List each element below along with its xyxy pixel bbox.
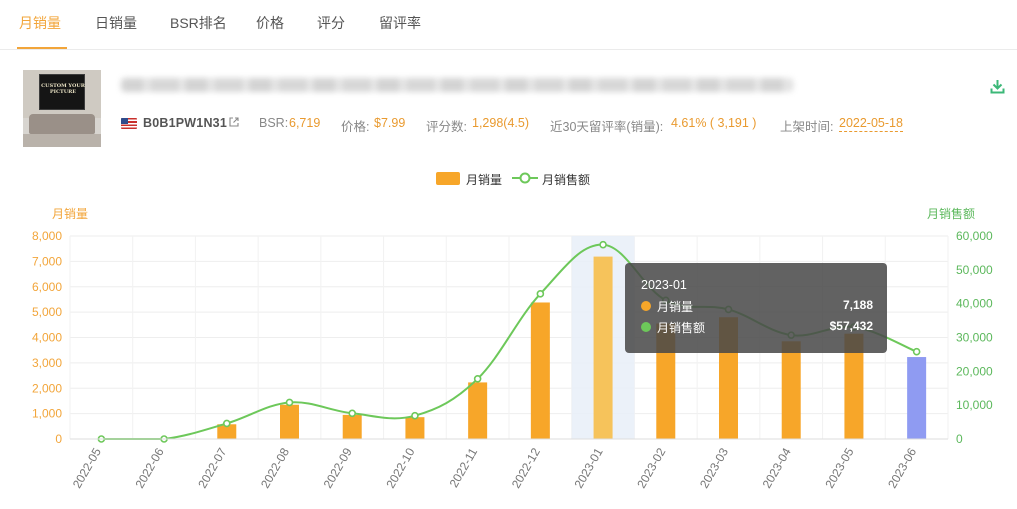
us-flag-icon <box>121 118 137 129</box>
right-axis-tick: 10,000 <box>956 398 993 412</box>
product-title-blurred[interactable] <box>121 78 793 92</box>
x-axis-tick: 2022-12 <box>509 445 543 490</box>
external-link-icon[interactable] <box>229 117 239 127</box>
x-axis-tick: 2022-05 <box>70 445 104 490</box>
chart-tooltip: 2023-01 月销量 7,188 月销售额 $57,432 <box>625 263 887 353</box>
point-2023-06 <box>912 347 921 356</box>
tooltip-name-revenue: 月销售额 <box>657 321 706 335</box>
bar-2022-08 <box>280 404 299 439</box>
product-summary: CUSTOM YOUR PICTURE B0B1PW1N31 BSR: 6,71… <box>23 70 1003 150</box>
x-axis-tick: 2022-08 <box>258 445 292 490</box>
ratings-label: 评分数: <box>426 120 467 134</box>
right-axis-tick: 40,000 <box>956 297 993 311</box>
tooltip-dot-sales <box>641 301 651 311</box>
tooltip-name-sales: 月销量 <box>657 300 694 314</box>
left-axis-tick: 4,000 <box>32 331 62 345</box>
tab-price[interactable]: 价格 <box>256 13 284 33</box>
thumb-floor <box>23 134 101 147</box>
point-2022-08 <box>285 398 294 407</box>
left-axis-tick: 8,000 <box>32 229 62 243</box>
left-axis-label: 月销量 <box>52 207 88 221</box>
listed-date-label: 上架时间: <box>780 120 834 134</box>
tooltip-row-revenue: 月销售额 $57,432 <box>641 319 873 335</box>
left-axis-tick: 7,000 <box>32 254 62 268</box>
listed-date-value[interactable]: 2022-05-18 <box>839 116 903 132</box>
left-axis-tick: 6,000 <box>32 280 62 294</box>
product-thumbnail[interactable]: CUSTOM YOUR PICTURE <box>23 70 101 147</box>
x-axis-tick: 2022-07 <box>195 445 229 490</box>
bar-2023-04 <box>781 341 801 439</box>
right-axis-tick: 50,000 <box>956 263 993 277</box>
left-axis-tick: 5,000 <box>32 305 62 319</box>
point-2022-10 <box>411 411 419 420</box>
tab-rating[interactable]: 评分 <box>317 13 345 33</box>
bsr-label: BSR: <box>259 116 289 130</box>
left-axis-tick: 1,000 <box>32 407 62 421</box>
bar-2022-10 <box>405 417 425 439</box>
thumb-banner: CUSTOM YOUR PICTURE <box>39 74 85 110</box>
bar-2022-12 <box>530 302 550 439</box>
bar-2022-11 <box>468 382 488 439</box>
thumb-sofa <box>29 114 95 134</box>
tab-review-rate[interactable]: 留评率 <box>379 13 421 33</box>
point-2022-09 <box>348 409 357 418</box>
right-axis-tick: 0 <box>956 432 963 446</box>
x-axis-tick: 2022-10 <box>383 445 417 490</box>
bar-2023-06 <box>907 357 927 439</box>
x-axis-tick: 2023-03 <box>697 445 731 490</box>
x-axis-tick: 2022-06 <box>133 445 167 490</box>
review-rate-label: 近30天留评率(销量): <box>550 120 664 134</box>
left-axis-tick: 3,000 <box>32 356 62 370</box>
left-axis-tick: 2,000 <box>32 381 62 395</box>
tooltip-row-sales: 月销量 7,188 <box>641 298 873 314</box>
tooltip-value-revenue: $57,432 <box>829 319 873 333</box>
download-icon[interactable] <box>990 79 1005 94</box>
bsr-value: 6,719 <box>289 116 321 130</box>
tooltip-title: 2023-01 <box>641 278 687 292</box>
tab-monthly-sales[interactable]: 月销量 <box>19 13 61 33</box>
thumb-banner-text: CUSTOM YOUR PICTURE <box>41 83 85 95</box>
right-axis-tick: 20,000 <box>956 364 993 378</box>
x-axis-tick: 2023-06 <box>885 445 919 490</box>
x-axis-tick: 2023-02 <box>634 445 668 490</box>
point-2022-07 <box>222 419 231 428</box>
active-tab-indicator <box>17 47 67 49</box>
ratings-value: 1,298(4.5) <box>472 116 529 130</box>
review-rate-value: 4.61% ( 3,191 ) <box>671 116 757 130</box>
x-axis-tick: 2022-09 <box>321 445 355 490</box>
x-axis-tick: 2023-01 <box>572 445 606 490</box>
x-axis-tick: 2023-05 <box>822 445 856 490</box>
point-2022-11 <box>473 374 482 383</box>
right-axis-label: 月销售额 <box>927 206 975 221</box>
tooltip-value-sales: 7,188 <box>842 298 873 312</box>
left-axis-tick: 0 <box>55 432 62 446</box>
asin[interactable]: B0B1PW1N31 <box>143 116 227 130</box>
x-axis-tick: 2023-04 <box>760 445 794 490</box>
bar-2023-01 <box>593 256 613 439</box>
point-2022-12 <box>536 290 545 298</box>
price-value: $7.99 <box>374 116 406 130</box>
price-label: 价格: <box>341 120 370 134</box>
bar-2022-09 <box>342 414 362 439</box>
tab-daily-sales[interactable]: 日销量 <box>95 13 137 33</box>
tooltip-dot-revenue <box>641 322 651 332</box>
x-axis-tick: 2022-11 <box>447 445 481 490</box>
right-axis-tick: 60,000 <box>956 229 993 243</box>
right-axis-tick: 30,000 <box>956 331 993 345</box>
point-2023-01 <box>599 240 607 249</box>
tab-bsr-rank[interactable]: BSR排名 <box>170 13 227 33</box>
metric-tabs: 月销量 日销量 BSR排名 价格 评分 留评率 <box>0 0 1017 50</box>
